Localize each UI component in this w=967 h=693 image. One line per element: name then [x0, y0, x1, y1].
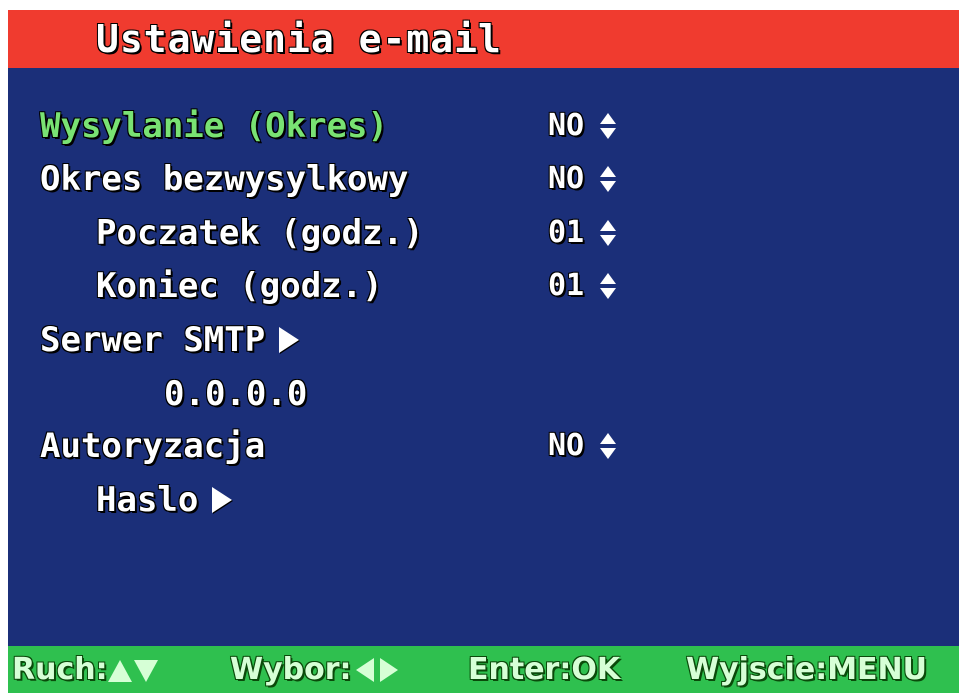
up-triangle-icon: [107, 660, 132, 682]
koniec-value[interactable]: 01: [548, 264, 617, 308]
hint-move: Ruch:: [12, 650, 158, 690]
menu-item-koniec[interactable]: Koniec (godz.): [96, 264, 383, 308]
hint-select-label: Wybor:: [230, 652, 352, 687]
down-triangle-icon: [133, 660, 158, 682]
right-arrow-icon: [279, 327, 300, 353]
help-bar: Ruch: Wybor: Enter:OK Wyjscie:MENU: [8, 646, 959, 693]
hint-move-label: Ruch:: [12, 652, 108, 687]
menu-item-label: Okres bezwysylkowy: [40, 159, 409, 199]
title-bar: Ustawienia e-mail: [8, 10, 959, 68]
menu-item-label: Koniec (godz.): [96, 266, 383, 306]
menu-item-haslo[interactable]: Haslo: [96, 478, 233, 522]
menu-item-label: Serwer SMTP: [40, 320, 266, 360]
up-down-arrows-icon: [600, 433, 617, 459]
osd-screen: Ustawienia e-mail Wysylanie (Okres) NO O…: [0, 0, 967, 693]
menu-item-label: Wysylanie (Okres): [40, 106, 388, 146]
menu-item-wysylanie[interactable]: Wysylanie (Okres): [40, 104, 388, 148]
up-down-arrows-icon: [600, 113, 617, 139]
menu-item-serwer-smtp[interactable]: Serwer SMTP: [40, 318, 300, 362]
hint-enter-label: Enter:OK: [468, 652, 621, 687]
settings-panel: Wysylanie (Okres) NO Okres bezwysylkowy …: [8, 68, 959, 646]
value-text: 01: [548, 215, 585, 250]
left-triangle-icon: [355, 658, 374, 682]
value-text: NO: [548, 428, 585, 463]
menu-item-autoryzacja[interactable]: Autoryzacja: [40, 424, 265, 468]
value-text: 01: [548, 268, 585, 303]
hint-enter: Enter:OK: [468, 650, 620, 690]
menu-item-okres-bezwysylkowy[interactable]: Okres bezwysylkowy: [40, 157, 408, 201]
wysylanie-value[interactable]: NO: [548, 104, 617, 148]
smtp-address: 0.0.0.0: [164, 372, 307, 416]
autoryzacja-value[interactable]: NO: [548, 424, 617, 468]
okres-bezwysylkowy-value[interactable]: NO: [548, 157, 617, 201]
menu-item-label: Haslo: [96, 480, 199, 520]
hint-exit: Wyjscie:MENU: [686, 650, 927, 690]
right-triangle-icon: [379, 658, 398, 682]
menu-item-label: Autoryzacja: [40, 426, 266, 466]
menu-item-label: Poczatek (godz.): [96, 213, 424, 253]
up-down-arrows-icon: [600, 220, 617, 246]
hint-exit-label: Wyjscie:MENU: [686, 652, 928, 687]
value-text: NO: [548, 108, 585, 143]
menu-item-poczatek[interactable]: Poczatek (godz.): [96, 211, 424, 255]
page-title: Ustawienia e-mail: [96, 17, 502, 61]
up-down-arrows-icon: [600, 166, 617, 192]
poczatek-value[interactable]: 01: [548, 211, 617, 255]
value-text: NO: [548, 161, 585, 196]
up-down-arrows-icon: [600, 273, 617, 299]
right-arrow-icon: [212, 487, 233, 513]
smtp-address-text: 0.0.0.0: [164, 374, 308, 414]
hint-select: Wybor:: [230, 650, 398, 690]
